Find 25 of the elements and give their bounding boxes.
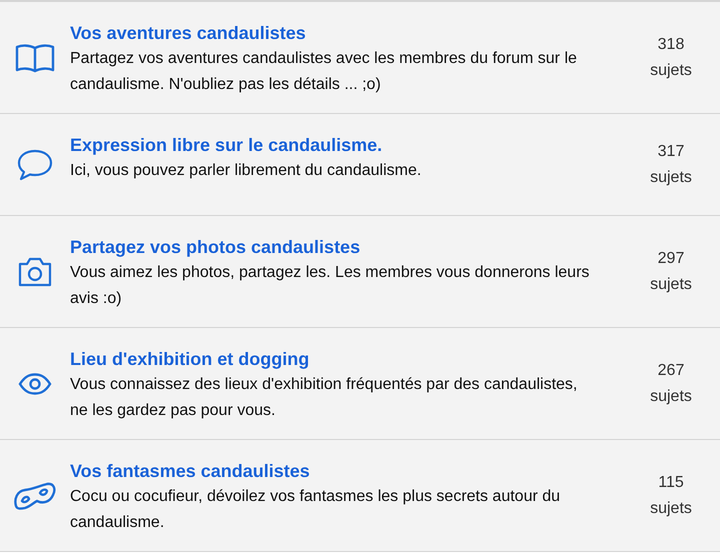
forum-description: Vous aimez les photos, partagez les. Les membres vous donnerons leurs avis :o) <box>70 263 590 309</box>
topic-count: 267 <box>658 360 684 380</box>
forum-title-link[interactable]: Expression libre sur le candaulisme. <box>70 134 382 156</box>
topic-label: sujets <box>650 60 692 80</box>
topic-label: sujets <box>650 498 692 518</box>
mask-icon <box>13 480 57 510</box>
speech-bubble-icon <box>17 148 53 180</box>
forum-title-link[interactable]: Vos aventures candaulistes <box>70 22 306 44</box>
forum-title-link[interactable]: Partagez vos photos candaulistes <box>70 236 360 258</box>
forum-description: Partagez vos aventures candaulistes avec les membres du forum sur le candaulisme. N'oubliez pas les détails ... ;o) <box>70 49 578 95</box>
forum-title-link[interactable]: Vos fantasmes candaulistes <box>70 460 310 482</box>
topic-count: 297 <box>658 248 684 268</box>
forum-description: Cocu ou cocufieur, dévoilez vos fantasmes les plus secrets autour du candaulisme. <box>70 487 562 533</box>
topic-label: sujets <box>650 168 692 188</box>
camera-icon <box>17 256 53 288</box>
forum-description: Vous connaissez des lieux d'exhibition fréquentés par des candaulistes, ne les gardez pas pour vous. <box>70 375 578 421</box>
eye-icon <box>18 372 52 394</box>
topic-label: sujets <box>650 274 692 294</box>
topic-count: 318 <box>658 34 684 54</box>
topic-count: 317 <box>658 142 684 162</box>
topic-label: sujets <box>650 386 692 406</box>
topic-count: 115 <box>658 472 684 492</box>
forum-title-link[interactable]: Lieu d'exhibition et dogging <box>70 348 310 370</box>
forum-description: Ici, vous pouvez parler librement du candaulisme. <box>70 161 422 181</box>
book-icon <box>15 42 55 72</box>
